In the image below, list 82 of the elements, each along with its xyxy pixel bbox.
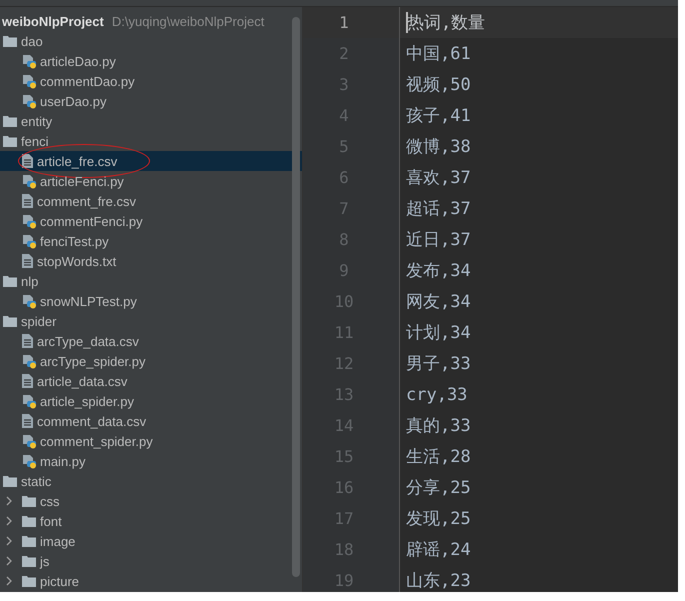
tree-item[interactable]: stopWords.txt	[0, 251, 302, 271]
python-file-icon	[22, 94, 36, 108]
text-file-icon	[22, 254, 33, 268]
tree-item[interactable]: article_fre.csv	[0, 151, 302, 171]
scrollbar-thumb[interactable]	[292, 17, 300, 577]
tree-item[interactable]: spider	[0, 311, 302, 331]
tree-item[interactable]: fenciTest.py	[0, 231, 302, 251]
python-file-icon	[22, 174, 36, 188]
project-name[interactable]: weiboNlpProject	[2, 14, 104, 28]
python-file-icon	[22, 234, 36, 248]
tree-item[interactable]: js	[0, 551, 302, 571]
python-file-icon	[22, 434, 36, 448]
chevron-icon[interactable]	[6, 556, 13, 566]
tree-item[interactable]: comment_spider.py	[0, 431, 302, 451]
folder-icon	[3, 316, 17, 326]
text-file-icon	[22, 374, 33, 388]
folder-icon	[3, 136, 17, 146]
python-file-icon	[22, 54, 36, 68]
code-line: 孩子,41	[406, 105, 471, 127]
folder-icon	[3, 36, 17, 46]
tree-item[interactable]: static	[0, 471, 302, 491]
project-path: D:\yuqing\weiboNlpProject	[112, 14, 264, 28]
code-line: 分享,25	[406, 477, 471, 499]
tree-item[interactable]: article_data.csv	[0, 371, 302, 391]
tree-item[interactable]: comment_fre.csv	[0, 191, 302, 211]
code-line: 发布,34	[406, 260, 471, 282]
folder-icon	[3, 116, 17, 126]
text-file-icon	[22, 194, 33, 208]
tree-item[interactable]: articleFenci.py	[0, 171, 302, 191]
tree-item[interactable]: font	[0, 511, 302, 531]
tree-item[interactable]: comment_data.csv	[0, 411, 302, 431]
tree-item[interactable]: commentFenci.py	[0, 211, 302, 231]
tree-item[interactable]: arcType_data.csv	[0, 331, 302, 351]
text-file-icon	[22, 334, 33, 348]
code-line: 喜欢,37	[406, 167, 471, 189]
tree-item[interactable]: article_spider.py	[0, 391, 302, 411]
code-line: 网友,34	[406, 291, 471, 313]
code-line: 山东,23	[406, 570, 471, 592]
folder-icon	[22, 536, 36, 546]
chevron-icon[interactable]	[6, 536, 13, 546]
python-file-icon	[22, 394, 36, 408]
folder-icon	[22, 516, 36, 526]
tree-item[interactable]: dao	[0, 31, 302, 51]
code-line: 中国,61	[406, 43, 471, 65]
tree-item[interactable]: fenci	[0, 131, 302, 151]
code-line: 生活,28	[406, 446, 471, 468]
folder-icon	[3, 276, 17, 286]
python-file-icon	[22, 74, 36, 88]
text-file-icon	[22, 414, 33, 428]
chevron-icon[interactable]	[6, 576, 13, 586]
text-file-icon	[22, 154, 33, 168]
code-line: 视频,50	[406, 74, 471, 96]
code-line: 辟谣,24	[406, 539, 471, 561]
tree-item[interactable]: css	[0, 491, 302, 511]
folder-icon	[22, 576, 36, 586]
chevron-icon[interactable]	[6, 516, 13, 526]
chevron-icon[interactable]	[6, 496, 13, 506]
tree-item[interactable]: userDao.py	[0, 91, 302, 111]
code-line: 微博,38	[406, 136, 471, 158]
tree-item[interactable]: picture	[0, 571, 302, 591]
code-line: 发现,25	[406, 508, 471, 530]
tree-item[interactable]: nlp	[0, 271, 302, 291]
tree-item[interactable]: commentDao.py	[0, 71, 302, 91]
python-file-icon	[22, 294, 36, 308]
python-file-icon	[22, 214, 36, 228]
tree-item[interactable]: articleDao.py	[0, 51, 302, 71]
code-line: 男子,33	[406, 353, 471, 375]
python-file-icon	[22, 454, 36, 468]
python-file-icon	[22, 354, 36, 368]
code-line: 真的,33	[406, 415, 471, 437]
folder-icon	[22, 556, 36, 566]
folder-icon	[22, 496, 36, 506]
tree-item[interactable]: image	[0, 531, 302, 551]
code-line: 计划,34	[406, 322, 471, 344]
tree-item[interactable]: snowNLPTest.py	[0, 291, 302, 311]
code-line: 近日,37	[406, 229, 471, 251]
tree-item[interactable]: arcType_spider.py	[0, 351, 302, 371]
code-line: cry,33	[406, 384, 468, 404]
tree-item[interactable]: entity	[0, 111, 302, 131]
tree-item[interactable]: main.py	[0, 451, 302, 471]
folder-icon	[3, 476, 17, 486]
code-line: 超话,37	[406, 198, 471, 220]
